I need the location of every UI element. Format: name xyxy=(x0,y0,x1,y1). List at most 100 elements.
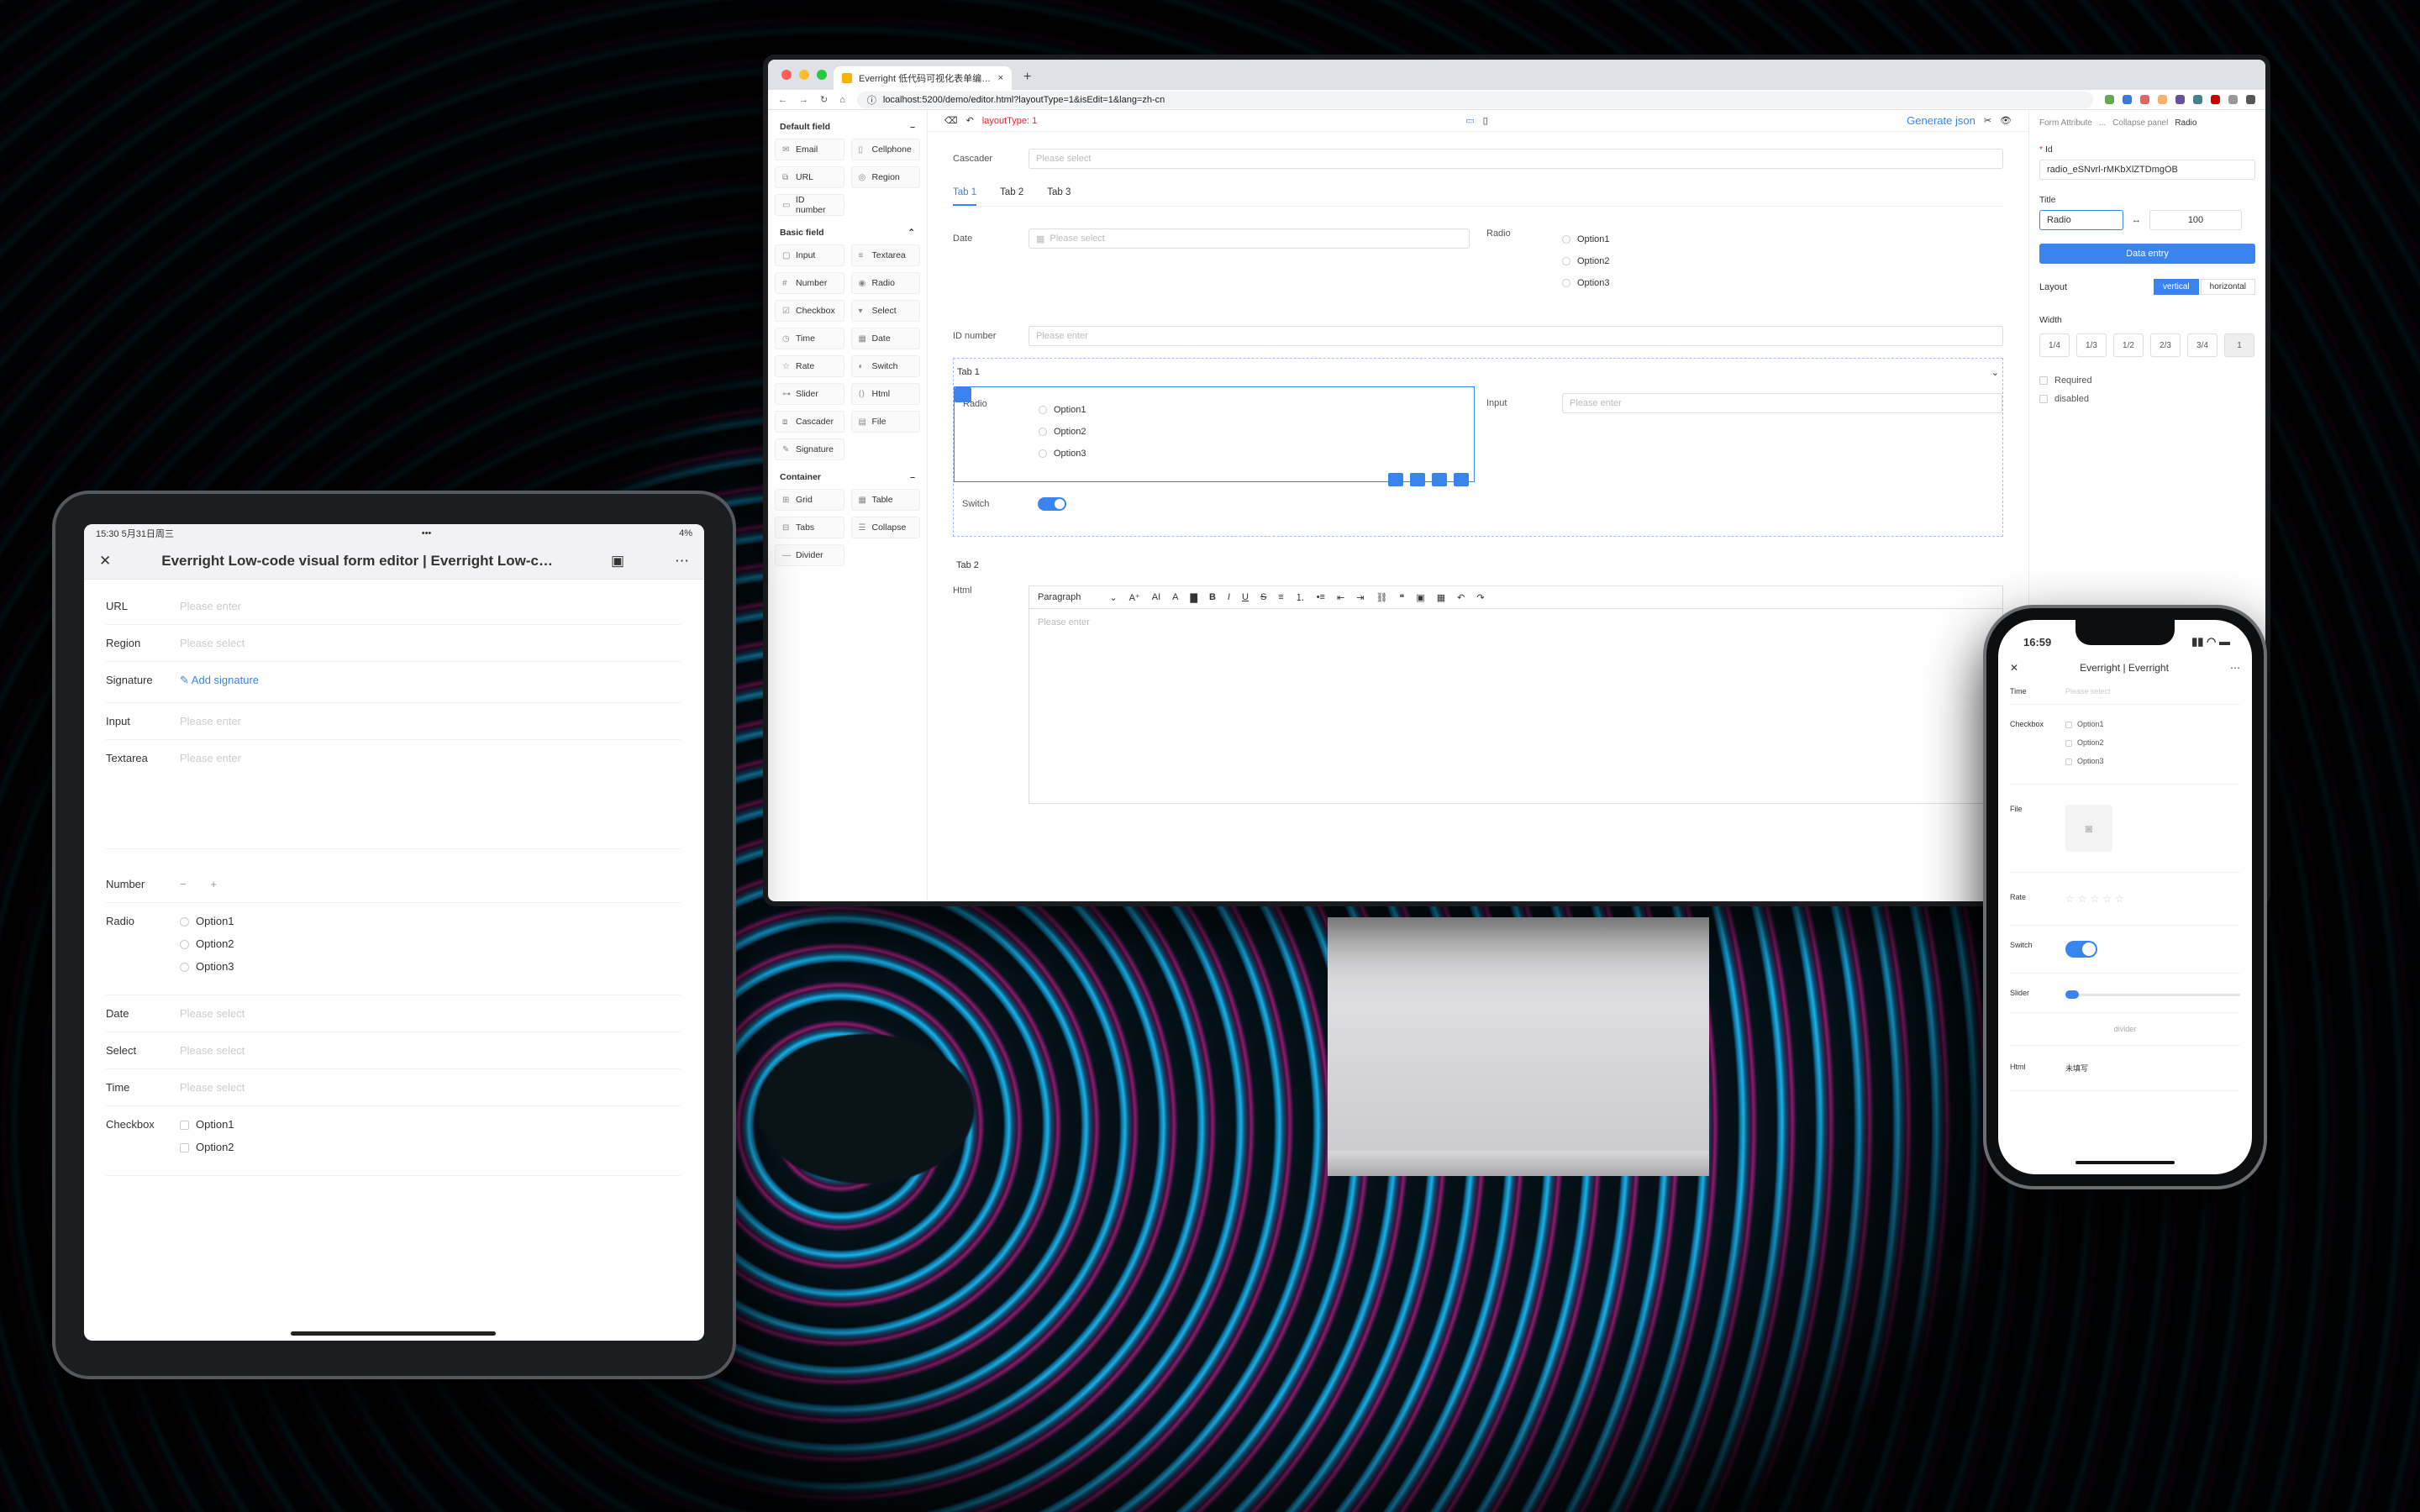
date-input[interactable]: ▦ Please select xyxy=(1028,228,1470,249)
redo-icon[interactable]: ↷ xyxy=(1476,592,1484,603)
underline-icon[interactable]: U xyxy=(1242,592,1249,602)
extension-icon[interactable] xyxy=(2140,95,2149,104)
chevron-down-icon[interactable]: ⌄ xyxy=(1109,592,1117,603)
palette-textarea[interactable]: ≡ Textarea xyxy=(850,244,920,266)
palette-time[interactable]: ◷ Time xyxy=(775,328,844,349)
title-width-input[interactable]: 100 xyxy=(2149,210,2242,230)
chevron-up-icon[interactable]: ⌃ xyxy=(908,228,915,238)
checkbox-option[interactable]: Option2 xyxy=(180,1141,681,1163)
minimize-button[interactable] xyxy=(799,70,809,80)
indent-icon[interactable]: ⇥ xyxy=(1356,592,1364,603)
align-icon[interactable]: ≡ xyxy=(1278,592,1283,602)
camera-icon[interactable]: ◙ xyxy=(2065,805,2112,852)
palette-input[interactable]: ▢ Input xyxy=(775,244,844,266)
clear-icon[interactable]: ✂ xyxy=(1984,115,1991,126)
radio-option[interactable]: Option2 xyxy=(180,937,681,960)
cascader-input[interactable]: Please select xyxy=(1028,149,2003,169)
quote-icon[interactable]: ❝ xyxy=(1399,592,1404,603)
collapse-icon[interactable]: – xyxy=(910,122,915,132)
radio-option[interactable]: Option3 xyxy=(1562,272,1610,294)
palette-table[interactable]: ▦ Table xyxy=(850,489,920,511)
collapse-title[interactable]: Tab 2 xyxy=(956,560,979,570)
close-icon[interactable]: ✕ xyxy=(2010,662,2018,674)
slider[interactable] xyxy=(2065,990,2240,999)
width-option[interactable]: 1/2 xyxy=(2113,333,2144,357)
reload-icon[interactable]: ↻ xyxy=(820,94,828,105)
palette-file[interactable]: ▤ File xyxy=(850,411,920,433)
id-number-input[interactable]: Please enter xyxy=(1028,326,2003,346)
palette-slider[interactable]: ⊶ Slider xyxy=(775,383,844,405)
generate-json-button[interactable]: Generate json xyxy=(1907,114,1975,127)
palette-grid[interactable]: ⊞ Grid xyxy=(775,489,844,511)
date-input[interactable]: Please select xyxy=(180,1007,681,1020)
time-input[interactable]: Please select xyxy=(2065,687,2240,696)
palette-radio[interactable]: ◉ Radio xyxy=(850,272,920,294)
home-icon[interactable]: ⌂ xyxy=(839,95,845,105)
radio-option[interactable]: Option1 xyxy=(1039,399,1086,421)
drag-handle-icon[interactable] xyxy=(955,387,971,402)
palette-select[interactable]: ▾ Select xyxy=(850,300,920,322)
checkbox-option[interactable]: Option2 xyxy=(2065,738,2240,757)
font-size-icon[interactable]: A⁺ xyxy=(1129,592,1140,603)
palette-url[interactable]: ⧉ URL xyxy=(775,166,844,188)
palette-collapse[interactable]: ☰ Collapse xyxy=(850,517,920,538)
url-input[interactable]: ⓘ localhost:5200/demo/editor.html?layoutT… xyxy=(856,91,2093,108)
more-icon[interactable]: ⋯ xyxy=(2230,662,2240,674)
radio-option[interactable]: Option2 xyxy=(1039,421,1086,443)
rich-text-editor[interactable]: Please enter xyxy=(1028,609,2003,804)
palette-region[interactable]: ◎ Region xyxy=(850,166,920,188)
palette-checkbox[interactable]: ☑ Checkbox xyxy=(775,300,844,322)
extension-icon[interactable] xyxy=(2105,95,2114,104)
palette-cascader[interactable]: ⧈ Cascader xyxy=(775,411,844,433)
radio-option[interactable]: Option3 xyxy=(1039,443,1086,465)
extension-icon[interactable] xyxy=(2228,95,2238,104)
extension-icon[interactable] xyxy=(2211,95,2220,104)
bold-icon[interactable]: B xyxy=(1209,592,1216,602)
mobile-view-icon[interactable]: ▯ xyxy=(1483,115,1488,126)
zoom-button[interactable] xyxy=(817,70,827,80)
url-input[interactable]: Please enter xyxy=(180,600,681,612)
sidebar-icon[interactable]: ▣ xyxy=(611,553,624,570)
palette-html[interactable]: ⟨⟩ Html xyxy=(850,383,920,405)
textarea-field[interactable]: Please enter xyxy=(180,752,681,837)
tab-2[interactable]: Tab 2 xyxy=(1000,187,1023,206)
radio-option[interactable]: Option1 xyxy=(1562,228,1610,250)
palette-divider[interactable]: — Divider xyxy=(775,544,844,566)
switch-toggle[interactable] xyxy=(1038,497,1066,511)
palette-number[interactable]: # Number xyxy=(775,272,844,294)
width-option[interactable]: 1/4 xyxy=(2039,333,2070,357)
checkbox-option[interactable]: Option3 xyxy=(2065,757,2240,775)
palette-signature[interactable]: ✎ Signature xyxy=(775,438,844,460)
palette-id-number[interactable]: ▭ ID number xyxy=(775,194,844,216)
switch-toggle[interactable] xyxy=(2065,941,2097,958)
numbered-list-icon[interactable]: ⒈ xyxy=(1296,591,1305,604)
more-icon[interactable]: ⋯ xyxy=(675,553,689,570)
radio-option[interactable]: Option3 xyxy=(180,960,681,983)
add-signature-button[interactable]: Add signature xyxy=(192,674,259,686)
outdent-icon[interactable]: ⇤ xyxy=(1337,592,1344,603)
palette-rate[interactable]: ☆ Rate xyxy=(775,355,844,377)
close-window-button[interactable] xyxy=(781,70,792,80)
layout-horizontal[interactable]: horizontal xyxy=(2200,279,2255,295)
browser-tab[interactable]: Everright 低代码可视化表单编辑器 × xyxy=(834,66,1012,90)
selected-radio-field[interactable]: Radio Option1 Option2 Option3 xyxy=(954,386,1475,486)
minus-icon[interactable]: − xyxy=(180,878,187,890)
highlight-icon[interactable]: ▇ xyxy=(1191,592,1197,603)
paragraph-select[interactable]: Paragraph xyxy=(1038,592,1081,602)
palette-date[interactable]: ▦ Date xyxy=(850,328,920,349)
time-input[interactable]: Please select xyxy=(180,1081,681,1094)
font-color-icon[interactable]: A xyxy=(1172,592,1178,602)
select-input[interactable]: Please select xyxy=(180,1044,681,1057)
extension-icon[interactable] xyxy=(2175,95,2185,104)
preview-icon[interactable]: 👁 xyxy=(2000,115,2012,126)
collapse-title[interactable]: Tab 1 xyxy=(957,367,980,378)
chevron-down-icon[interactable]: ⌄ xyxy=(1991,367,1999,378)
delete-icon[interactable] xyxy=(1410,473,1425,486)
tab-1[interactable]: Tab 1 xyxy=(953,187,977,206)
tab-3[interactable]: Tab 3 xyxy=(1047,187,1071,206)
region-select[interactable]: Please select xyxy=(180,637,681,649)
copy-icon[interactable] xyxy=(1432,473,1447,486)
title-input[interactable]: Radio xyxy=(2039,210,2123,230)
palette-cellphone[interactable]: ▯ Cellphone xyxy=(850,139,920,160)
plus-icon[interactable]: + xyxy=(211,878,218,890)
